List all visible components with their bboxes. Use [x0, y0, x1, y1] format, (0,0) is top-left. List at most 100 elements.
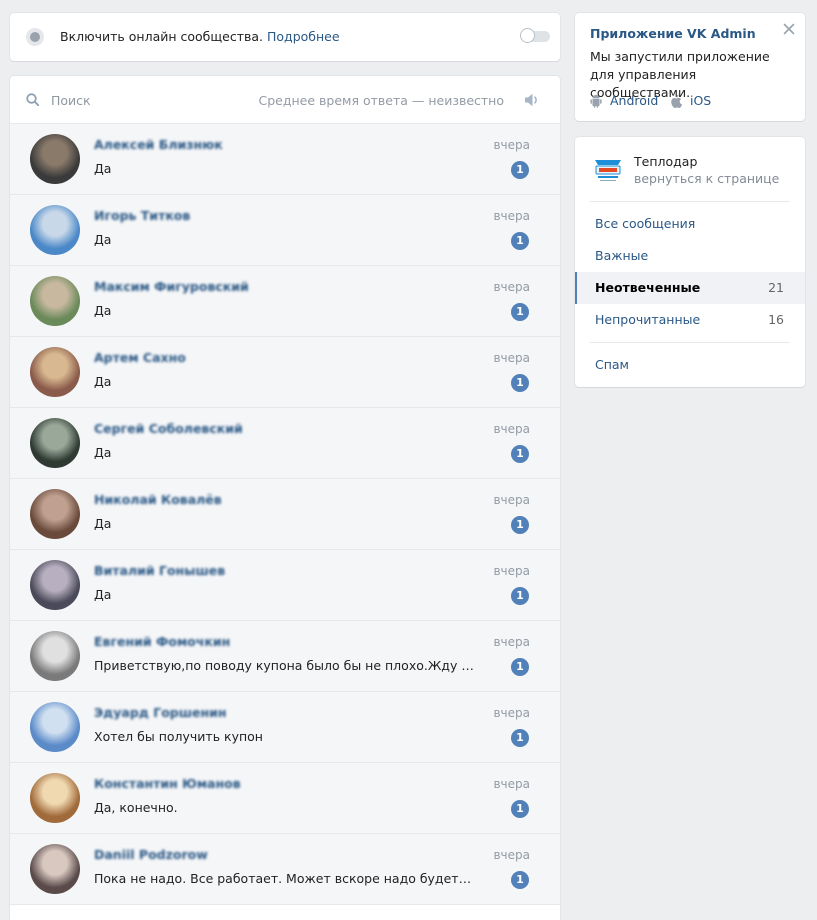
messages-filter-menu: Теплодар вернуться к странице Все сообще…	[575, 137, 805, 387]
community-header[interactable]: Теплодар вернуться к странице	[590, 151, 790, 191]
dialog-contact-name[interactable]: Алексей Близнюк	[94, 137, 223, 152]
dialog-time: вчера	[493, 777, 530, 791]
learn-more-link[interactable]: Подробнее	[267, 29, 340, 44]
dialogs-panel: Среднее время ответа — неизвестно Алексе…	[10, 76, 560, 920]
promo-title: Приложение VK Admin	[590, 26, 756, 41]
dialog-contact-name[interactable]: Эдуард Горшенин	[94, 705, 227, 720]
dialog-row[interactable]: Николай Ковалёв вчера Да 1	[10, 479, 560, 550]
dialog-contact-name[interactable]: Артем Сахно	[94, 350, 186, 365]
dialog-time: вчера	[493, 635, 530, 649]
dialog-row[interactable]: Алексей Близнюк вчера Да 1	[10, 124, 560, 195]
dialog-last-message: Да	[94, 303, 112, 318]
menu-item-label: Непрочитанные	[595, 312, 701, 327]
avatar[interactable]	[30, 631, 80, 681]
avatar[interactable]	[30, 276, 80, 326]
dialog-last-message: Хотел бы получить купон	[94, 729, 263, 744]
menu-divider	[590, 201, 790, 202]
avatar[interactable]	[30, 702, 80, 752]
dialog-row[interactable]: Эдуард Горшенин вчера Хотел бы получить ку…	[10, 692, 560, 763]
dialog-row[interactable]: Константин Юманов вчера Да, конечно. 1	[10, 763, 560, 834]
search-input[interactable]	[51, 90, 251, 110]
online-status-card: Включить онлайн сообщества. Подробнее	[10, 13, 560, 61]
search-icon	[26, 93, 39, 106]
menu-item-unanswered[interactable]: Неотвеченные 21	[575, 272, 805, 304]
dialog-row[interactable]: Daniil Podzorow вчера Пока не надо. Все ра…	[10, 834, 560, 905]
avatar[interactable]	[30, 347, 80, 397]
dialog-contact-name[interactable]: Евгений Фомочкин	[94, 634, 230, 649]
unread-count-badge: 1	[511, 800, 529, 818]
avatar[interactable]	[30, 560, 80, 610]
vk-admin-promo: Приложение VK Admin Мы запустили приложе…	[575, 13, 805, 121]
avatar[interactable]	[30, 773, 80, 823]
dialog-contact-name[interactable]: Daniil Podzorow	[94, 847, 208, 862]
sound-icon[interactable]	[523, 92, 540, 108]
dialog-last-message: Да	[94, 374, 112, 389]
dialog-row[interactable]: Сергей Соболевский вчера Да 1	[10, 408, 560, 479]
dialog-last-message: Да	[94, 232, 112, 247]
unread-count-badge: 1	[511, 658, 529, 676]
menu-item-unread[interactable]: Непрочитанные 16	[575, 304, 805, 336]
dialog-time: вчера	[493, 493, 530, 507]
dialog-contact-name[interactable]: Игорь Титков	[94, 208, 190, 223]
android-app-link[interactable]: Android	[590, 93, 658, 108]
avatar[interactable]	[30, 418, 80, 468]
unread-count-badge: 1	[511, 587, 529, 605]
unread-count-badge: 1	[511, 374, 529, 392]
back-to-page-link[interactable]: вернуться к странице	[634, 171, 779, 186]
menu-item-label: Спам	[595, 357, 629, 372]
menu-item-spam[interactable]: Спам	[575, 349, 805, 381]
unread-count-badge: 1	[511, 161, 529, 179]
dialog-row[interactable]: Максим Фигуровский вчера Да 1	[10, 266, 560, 337]
avatar[interactable]	[30, 134, 80, 184]
android-link-label: Android	[610, 93, 659, 108]
menu-item-label: Важные	[595, 248, 649, 263]
menu-item-all-messages[interactable]: Все сообщения	[575, 208, 805, 240]
android-icon	[590, 94, 602, 108]
ios-link-label: iOS	[690, 93, 712, 108]
menu-item-label: Все сообщения	[595, 216, 696, 231]
menu-item-count: 16	[768, 312, 784, 327]
dialog-time: вчера	[493, 138, 530, 152]
avatar[interactable]	[30, 489, 80, 539]
dialog-list: Алексей Близнюк вчера Да 1 Игорь Титков вчера…	[10, 124, 560, 905]
dialog-time: вчера	[493, 848, 530, 862]
online-status-label: Включить онлайн сообщества.	[60, 29, 264, 44]
dialog-row[interactable]: Виталий Гонышев вчера Да 1	[10, 550, 560, 621]
dialog-time: вчера	[493, 706, 530, 720]
avatar[interactable]	[30, 844, 80, 894]
average-response-time: Среднее время ответа — неизвестно	[258, 93, 504, 108]
unread-count-badge: 1	[511, 871, 529, 889]
dialog-last-message: Да	[94, 161, 112, 176]
close-icon[interactable]	[783, 23, 795, 35]
dialog-last-message: Приветствую,по поводу купона было бы не …	[94, 658, 474, 673]
community-logo	[590, 154, 626, 184]
dialog-contact-name[interactable]: Николай Ковалёв	[94, 492, 222, 507]
apple-icon	[671, 94, 682, 108]
menu-item-label: Неотвеченные	[595, 280, 701, 295]
dialog-contact-name[interactable]: Максим Фигуровский	[94, 279, 249, 294]
dialog-contact-name[interactable]: Сергей Соболевский	[94, 421, 243, 436]
dialog-last-message: Да, конечно.	[94, 800, 178, 815]
unread-count-badge: 1	[511, 445, 529, 463]
dialog-row[interactable]: Артем Сахно вчера Да 1	[10, 337, 560, 408]
online-status-indicator-icon[interactable]	[26, 28, 44, 46]
avatar[interactable]	[30, 205, 80, 255]
dialog-time: вчера	[493, 280, 530, 294]
dialog-last-message: Да	[94, 516, 112, 531]
dialog-contact-name[interactable]: Константин Юманов	[94, 776, 241, 791]
dialogs-search-bar: Среднее время ответа — неизвестно	[10, 76, 560, 124]
ios-app-link[interactable]: iOS	[670, 93, 711, 108]
dialog-row[interactable]: Игорь Титков вчера Да 1	[10, 195, 560, 266]
unread-count-badge: 1	[511, 516, 529, 534]
unread-count-badge: 1	[511, 303, 529, 321]
online-status-text: Включить онлайн сообщества. Подробнее	[60, 29, 340, 44]
menu-item-important[interactable]: Важные	[575, 240, 805, 272]
dialog-time: вчера	[493, 422, 530, 436]
dialog-row[interactable]: Евгений Фомочкин вчера Приветствую,по пово…	[10, 621, 560, 692]
menu-divider	[590, 342, 790, 343]
dialog-contact-name[interactable]: Виталий Гонышев	[94, 563, 225, 578]
dialog-last-message: Да	[94, 587, 112, 602]
online-toggle-switch[interactable]	[520, 28, 550, 43]
menu-item-count: 21	[768, 280, 784, 295]
community-name: Теплодар	[634, 154, 698, 169]
